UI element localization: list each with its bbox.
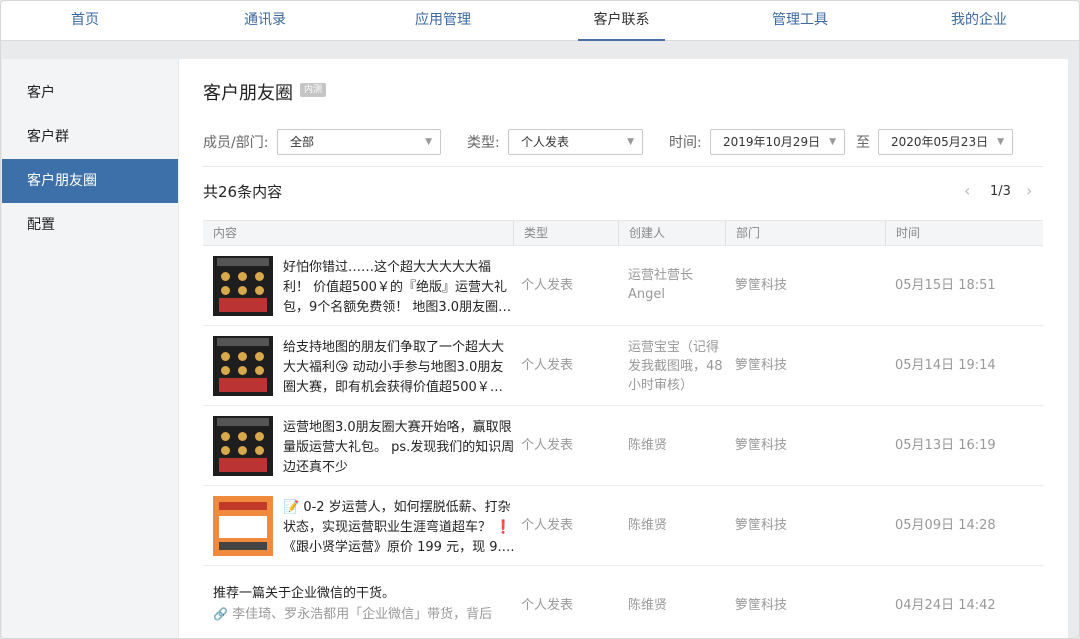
member-filter-label: 成员/部门: bbox=[203, 135, 269, 151]
main-panel: 客户朋友圈 内测 成员/部门: 全部 ▼ 类型: 个人发表 ▼ 时间: 2019… bbox=[179, 59, 1068, 638]
post-creator: 陈维贤 bbox=[628, 438, 668, 453]
post-department: 箩筐科技 bbox=[735, 518, 788, 533]
table-row[interactable]: 给支持地图的朋友们争取了一个超大大 大大福利😘 动动小手参与地图3.0朋友 圈大… bbox=[203, 326, 1043, 406]
sidebar-item-customers[interactable]: 客户 bbox=[2, 71, 178, 115]
post-content: 推荐一篇关于企业微信的干货。 🔗 李佳琦、罗永浩都用「企业微信」带货，背后 bbox=[213, 586, 493, 622]
tab-my-enterprise[interactable]: 我的企业 bbox=[934, 1, 1024, 41]
time-filter-label: 时间: bbox=[669, 135, 702, 151]
table-row[interactable]: 推荐一篇关于企业微信的干货。 🔗 李佳琦、罗永浩都用「企业微信」带货，背后 个人… bbox=[203, 566, 1043, 638]
post-department: 箩筐科技 bbox=[735, 358, 788, 373]
column-header-time: 时间 bbox=[885, 221, 1043, 245]
caret-down-icon: ▼ bbox=[425, 137, 432, 147]
post-thumbnail[interactable] bbox=[213, 496, 273, 556]
post-department: 箩筐科技 bbox=[735, 438, 788, 453]
post-thumbnail[interactable] bbox=[213, 256, 273, 316]
post-type: 个人发表 bbox=[521, 598, 574, 613]
tab-management-tools[interactable]: 管理工具 bbox=[756, 1, 844, 41]
tab-contacts[interactable]: 通讯录 bbox=[221, 1, 309, 41]
type-select[interactable]: 个人发表 ▼ bbox=[508, 129, 643, 155]
column-header-content: 内容 bbox=[213, 226, 238, 240]
beta-badge: 内测 bbox=[300, 83, 327, 97]
post-department: 箩筐科技 bbox=[735, 598, 788, 613]
table-row[interactable]: 运营地图3.0朋友圈大赛开始咯，赢取限 量版运营大礼包。 ps.发现我们的知识周… bbox=[203, 406, 1043, 486]
column-header-department: 部门 bbox=[725, 221, 885, 245]
type-filter-label: 类型: bbox=[467, 135, 500, 151]
sidebar-item-customer-moments[interactable]: 客户朋友圈 bbox=[2, 159, 178, 203]
date-from-select[interactable]: 2019年10月29日 ▼ bbox=[710, 129, 845, 155]
filter-divider bbox=[203, 166, 1043, 167]
post-time: 04月24日 14:42 bbox=[895, 598, 996, 613]
sidebar-item-customer-groups[interactable]: 客户群 bbox=[2, 115, 178, 159]
caret-down-icon: ▼ bbox=[627, 137, 634, 147]
date-to-select[interactable]: 2020年05月23日 ▼ bbox=[878, 129, 1013, 155]
column-header-creator: 创建人 bbox=[618, 221, 725, 245]
date-from-value: 2019年10月29日 bbox=[723, 135, 821, 149]
pager-prev-icon[interactable]: ‹ bbox=[964, 181, 970, 200]
date-to-label: 至 bbox=[856, 135, 870, 151]
post-time: 05月13日 16:19 bbox=[895, 438, 996, 453]
tab-home[interactable]: 首页 bbox=[41, 1, 129, 41]
post-creator: 运营社营长 Angel bbox=[628, 268, 694, 302]
table-header: 内容 类型 创建人 部门 时间 bbox=[203, 220, 1043, 246]
post-thumbnail[interactable] bbox=[213, 336, 273, 396]
caret-down-icon: ▼ bbox=[829, 137, 836, 147]
post-creator: 陈维贤 bbox=[628, 598, 668, 613]
post-time: 05月14日 19:14 bbox=[895, 358, 996, 373]
page-title: 客户朋友圈 bbox=[203, 83, 293, 104]
total-count: 共26条内容 bbox=[203, 183, 283, 201]
link-icon: 🔗 bbox=[213, 607, 228, 621]
caret-down-icon: ▼ bbox=[997, 137, 1004, 147]
column-header-type: 类型 bbox=[513, 221, 618, 245]
post-creator: 陈维贤 bbox=[628, 518, 668, 533]
post-content: 运营地图3.0朋友圈大赛开始咯，赢取限 量版运营大礼包。 ps.发现我们的知识周… bbox=[283, 420, 515, 475]
top-nav: 首页 通讯录 应用管理 客户联系 管理工具 我的企业 bbox=[1, 1, 1079, 41]
tab-customer-contact[interactable]: 客户联系 bbox=[578, 1, 665, 41]
sidebar: 客户 客户群 客户朋友圈 配置 bbox=[2, 59, 178, 638]
post-thumbnail[interactable] bbox=[213, 416, 273, 476]
post-content: 好怕你错过……这个超大大大大大福 利！ 价值超500￥的『绝版』运营大礼 包，9… bbox=[283, 260, 512, 315]
post-content: 📝 0-2 岁运营人，如何摆脱低薪、打杂 状态，实现运营职业生涯弯道超车？ ❗ … bbox=[283, 500, 515, 555]
post-type: 个人发表 bbox=[521, 438, 574, 453]
app-frame: 首页 通讯录 应用管理 客户联系 管理工具 我的企业 客户 客户群 客户朋友圈 … bbox=[0, 0, 1080, 639]
post-time: 05月09日 14:28 bbox=[895, 518, 996, 533]
member-select[interactable]: 全部 ▼ bbox=[277, 129, 441, 155]
post-department: 箩筐科技 bbox=[735, 278, 788, 293]
post-content: 给支持地图的朋友们争取了一个超大大 大大福利😘 动动小手参与地图3.0朋友 圈大… bbox=[283, 340, 505, 395]
pager-text: 1/3 bbox=[990, 184, 1011, 199]
post-type: 个人发表 bbox=[521, 278, 574, 293]
post-type: 个人发表 bbox=[521, 358, 574, 373]
date-to-value: 2020年05月23日 bbox=[891, 135, 989, 149]
member-select-value: 全部 bbox=[290, 135, 315, 149]
post-type: 个人发表 bbox=[521, 518, 574, 533]
post-creator: 运营宝宝（记得 发我截图哦，48 小时审核） bbox=[628, 340, 723, 393]
table-row[interactable]: 📝 0-2 岁运营人，如何摆脱低薪、打杂 状态，实现运营职业生涯弯道超车？ ❗ … bbox=[203, 486, 1043, 566]
type-select-value: 个人发表 bbox=[521, 135, 570, 149]
sidebar-item-settings[interactable]: 配置 bbox=[2, 203, 178, 247]
post-time: 05月15日 18:51 bbox=[895, 278, 996, 293]
pager-next-icon[interactable]: › bbox=[1026, 181, 1032, 200]
table-row[interactable]: 好怕你错过……这个超大大大大大福 利！ 价值超500￥的『绝版』运营大礼 包，9… bbox=[203, 246, 1043, 326]
tab-app-management[interactable]: 应用管理 bbox=[397, 1, 489, 41]
